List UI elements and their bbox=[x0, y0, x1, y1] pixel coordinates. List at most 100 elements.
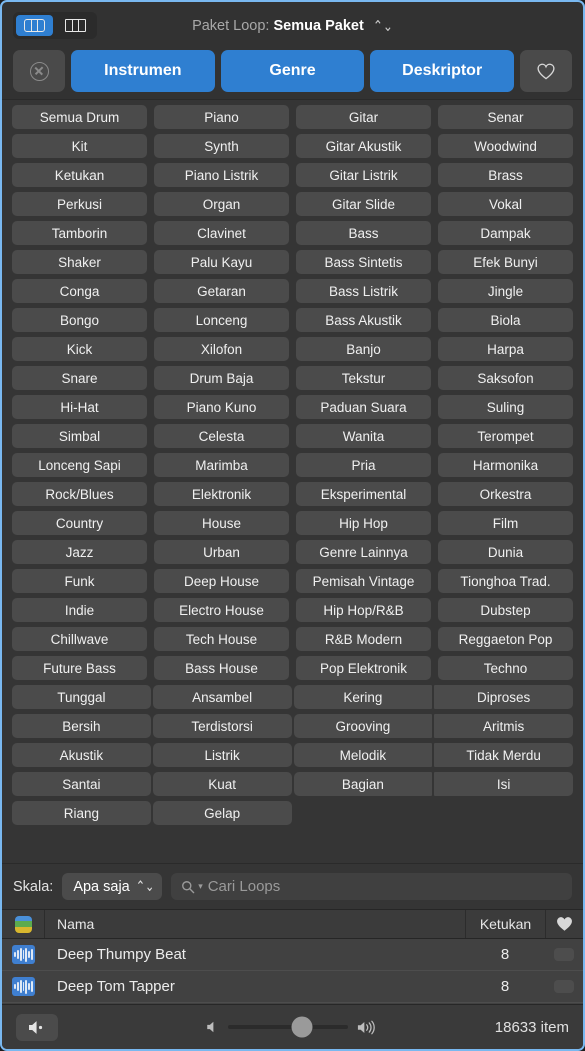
view-mode-column-button[interactable] bbox=[57, 15, 94, 36]
keyword-button-eksperimental[interactable]: Eksperimental bbox=[296, 482, 431, 506]
keyword-button-semua-drum[interactable]: Semua Drum bbox=[12, 105, 147, 129]
keyword-button-harmonika[interactable]: Harmonika bbox=[438, 453, 573, 477]
keyword-button-listrik[interactable]: Listrik bbox=[152, 743, 292, 767]
keyword-button-gitar-slide[interactable]: Gitar Slide bbox=[296, 192, 431, 216]
keyword-button-genre-lainnya[interactable]: Genre Lainnya bbox=[296, 540, 431, 564]
keyword-button-bongo[interactable]: Bongo bbox=[12, 308, 147, 332]
keyword-button-marimba[interactable]: Marimba bbox=[154, 453, 289, 477]
keyword-button-woodwind[interactable]: Woodwind bbox=[438, 134, 573, 158]
row-favorite-cell[interactable] bbox=[545, 948, 583, 961]
keyword-button-saksofon[interactable]: Saksofon bbox=[438, 366, 573, 390]
keyword-button-tidak-merdu[interactable]: Tidak Merdu bbox=[434, 743, 573, 767]
keyword-button-santai[interactable]: Santai bbox=[12, 772, 151, 796]
keyword-button-tunggal[interactable]: Tunggal bbox=[12, 685, 151, 709]
keyword-button-hip-hop-r-b[interactable]: Hip Hop/R&B bbox=[296, 598, 431, 622]
keyword-button-snare[interactable]: Snare bbox=[12, 366, 147, 390]
keyword-button-clavinet[interactable]: Clavinet bbox=[154, 221, 289, 245]
keyword-button-suling[interactable]: Suling bbox=[438, 395, 573, 419]
keyword-button-terompet[interactable]: Terompet bbox=[438, 424, 573, 448]
keyword-button-reggaeton-pop[interactable]: Reggaeton Pop bbox=[438, 627, 573, 651]
keyword-button-efek-bunyi[interactable]: Efek Bunyi bbox=[438, 250, 573, 274]
keyword-button-bass-akustik[interactable]: Bass Akustik bbox=[296, 308, 431, 332]
keyword-button-perkusi[interactable]: Perkusi bbox=[12, 192, 147, 216]
keyword-button-terdistorsi[interactable]: Terdistorsi bbox=[152, 714, 292, 738]
keyword-button-piano-kuno[interactable]: Piano Kuno bbox=[154, 395, 289, 419]
keyword-button-wanita[interactable]: Wanita bbox=[296, 424, 431, 448]
column-header-favorite[interactable] bbox=[545, 910, 583, 938]
chevron-updown-icon[interactable]: ⌃⌄ bbox=[373, 17, 393, 35]
keyword-button-kering[interactable]: Kering bbox=[293, 685, 433, 709]
keyword-button-kit[interactable]: Kit bbox=[12, 134, 147, 158]
keyword-button-isi[interactable]: Isi bbox=[434, 772, 573, 796]
keyword-button-orkestra[interactable]: Orkestra bbox=[438, 482, 573, 506]
table-row[interactable]: Deep Thumpy Beat 8 bbox=[2, 939, 583, 971]
keyword-button-banjo[interactable]: Banjo bbox=[296, 337, 431, 361]
keyword-button-tekstur[interactable]: Tekstur bbox=[296, 366, 431, 390]
keyword-button-palu-kayu[interactable]: Palu Kayu bbox=[154, 250, 289, 274]
keyword-button-bass-house[interactable]: Bass House bbox=[154, 656, 289, 680]
keyword-button-ketukan[interactable]: Ketukan bbox=[12, 163, 147, 187]
keyword-button-tamborin[interactable]: Tamborin bbox=[12, 221, 147, 245]
keyword-button-piano[interactable]: Piano bbox=[154, 105, 289, 129]
keyword-button-synth[interactable]: Synth bbox=[154, 134, 289, 158]
keyword-button-jazz[interactable]: Jazz bbox=[12, 540, 147, 564]
keyword-button-electro-house[interactable]: Electro House bbox=[154, 598, 289, 622]
keyword-button-jingle[interactable]: Jingle bbox=[438, 279, 573, 303]
keyword-button-bass-listrik[interactable]: Bass Listrik bbox=[296, 279, 431, 303]
keyword-button-kuat[interactable]: Kuat bbox=[152, 772, 292, 796]
keyword-button-biola[interactable]: Biola bbox=[438, 308, 573, 332]
keyword-button-elektronik[interactable]: Elektronik bbox=[154, 482, 289, 506]
keyword-button-techno[interactable]: Techno bbox=[438, 656, 573, 680]
column-header-name[interactable]: Nama bbox=[45, 910, 465, 938]
keyword-button-grooving[interactable]: Grooving bbox=[293, 714, 433, 738]
keyword-button-akustik[interactable]: Akustik bbox=[12, 743, 151, 767]
keyword-button-dunia[interactable]: Dunia bbox=[438, 540, 573, 564]
search-field[interactable]: ▾ Cari Loops bbox=[171, 873, 572, 900]
keyword-button-organ[interactable]: Organ bbox=[154, 192, 289, 216]
keyword-button-lonceng[interactable]: Lonceng bbox=[154, 308, 289, 332]
keyword-button-riang[interactable]: Riang bbox=[12, 801, 151, 825]
keyword-button-harpa[interactable]: Harpa bbox=[438, 337, 573, 361]
keyword-button-bersih[interactable]: Bersih bbox=[12, 714, 151, 738]
keyword-button-r-b-modern[interactable]: R&B Modern bbox=[296, 627, 431, 651]
keyword-button-future-bass[interactable]: Future Bass bbox=[12, 656, 147, 680]
keyword-button-gitar[interactable]: Gitar bbox=[296, 105, 431, 129]
keyword-button-pop-elektronik[interactable]: Pop Elektronik bbox=[296, 656, 431, 680]
filter-tab-instrumen[interactable]: Instrumen bbox=[71, 50, 215, 92]
row-favorite-cell[interactable] bbox=[545, 980, 583, 993]
keyword-button-country[interactable]: Country bbox=[12, 511, 147, 535]
favorite-toggle[interactable] bbox=[554, 948, 574, 961]
favorites-filter-button[interactable] bbox=[520, 50, 573, 92]
keyword-button-tech-house[interactable]: Tech House bbox=[154, 627, 289, 651]
keyword-button-conga[interactable]: Conga bbox=[12, 279, 147, 303]
keyword-button-bagian[interactable]: Bagian bbox=[293, 772, 433, 796]
keyword-button-diproses[interactable]: Diproses bbox=[434, 685, 573, 709]
keyword-button-funk[interactable]: Funk bbox=[12, 569, 147, 593]
keyword-button-dubstep[interactable]: Dubstep bbox=[438, 598, 573, 622]
preview-mute-button[interactable] bbox=[16, 1013, 58, 1041]
keyword-button-ansambel[interactable]: Ansambel bbox=[152, 685, 292, 709]
clear-filters-button[interactable] bbox=[13, 50, 65, 92]
keyword-button-deep-house[interactable]: Deep House bbox=[154, 569, 289, 593]
loop-pack-value[interactable]: Semua Paket bbox=[274, 18, 364, 34]
keyword-button-brass[interactable]: Brass bbox=[438, 163, 573, 187]
keyword-button-paduan-suara[interactable]: Paduan Suara bbox=[296, 395, 431, 419]
column-header-beats[interactable]: Ketukan bbox=[465, 910, 545, 938]
keyword-button-gelap[interactable]: Gelap bbox=[152, 801, 292, 825]
keyword-button-hip-hop[interactable]: Hip Hop bbox=[296, 511, 431, 535]
keyword-button-urban[interactable]: Urban bbox=[154, 540, 289, 564]
keyword-button-drum-baja[interactable]: Drum Baja bbox=[154, 366, 289, 390]
keyword-button-senar[interactable]: Senar bbox=[438, 105, 573, 129]
keyword-button-shaker[interactable]: Shaker bbox=[12, 250, 147, 274]
keyword-button-xilofon[interactable]: Xilofon bbox=[154, 337, 289, 361]
keyword-button-chillwave[interactable]: Chillwave bbox=[12, 627, 147, 651]
keyword-button-vokal[interactable]: Vokal bbox=[438, 192, 573, 216]
keyword-button-hi-hat[interactable]: Hi-Hat bbox=[12, 395, 147, 419]
keyword-button-aritmis[interactable]: Aritmis bbox=[434, 714, 573, 738]
keyword-button-gitar-akustik[interactable]: Gitar Akustik bbox=[296, 134, 431, 158]
keyword-button-getaran[interactable]: Getaran bbox=[154, 279, 289, 303]
keyword-button-indie[interactable]: Indie bbox=[12, 598, 147, 622]
volume-slider-thumb[interactable] bbox=[291, 1016, 313, 1038]
keyword-button-pemisah-vintage[interactable]: Pemisah Vintage bbox=[296, 569, 431, 593]
keyword-button-melodik[interactable]: Melodik bbox=[293, 743, 433, 767]
